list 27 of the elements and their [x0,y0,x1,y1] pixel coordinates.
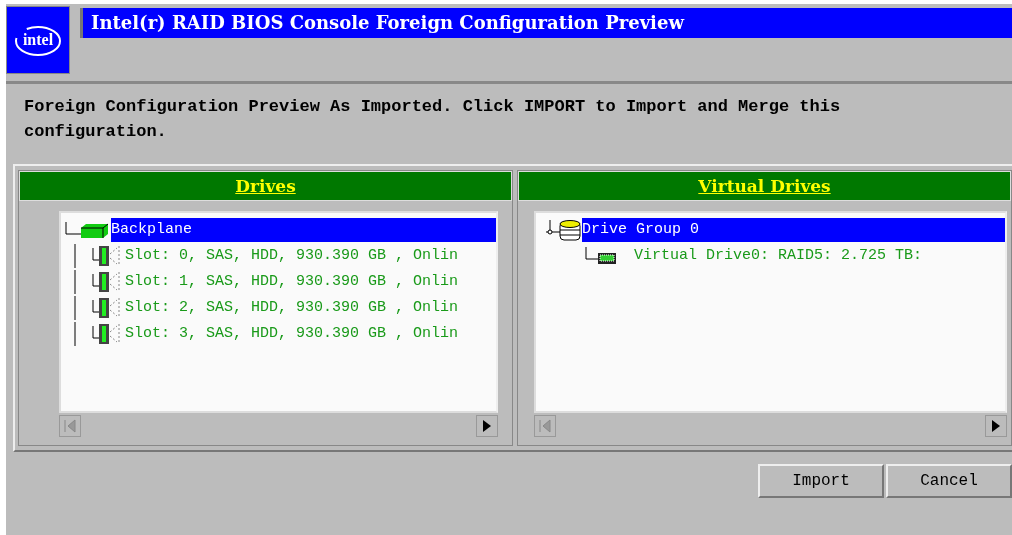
tree-item[interactable]: Slot: 3, SAS, HDD, 930.390 GB , Onlin [125,322,463,346]
tree-item[interactable]: Virtual Drive0: RAID5: 2.725 TB: [634,244,927,268]
dialog-button[interactable]: Import [758,464,884,498]
tree-view[interactable]: Backplane Slot: 0, SAS, HDD, 930.390 GB , Onlin Slot: 1, SAS, HDD, 930.390 GB , Onlin Slot: 2, SAS, HDD, 930.390 GB , Onlin Slot: 3, SAS, HDD, 930.390 GB , Onlin [59,211,498,413]
dialog-button[interactable]: Cancel [886,464,1012,498]
tree-item[interactable]: Slot: 0, SAS, HDD, 930.390 GB , Onlin [125,244,463,268]
tree-view[interactable]: Drive Group 0 Virtual Drive0: RAID5: 2.725 TB: [534,211,1007,413]
tree-item[interactable]: Slot: 2, SAS, HDD, 930.390 GB , Onlin [125,296,463,320]
message-text: Foreign Configuration Preview As Imported. Click IMPORT to Import and Merge this configuration. [24,96,842,143]
tree-item[interactable]: Backplane [111,218,496,242]
panel-header: Virtual Drives [518,171,1011,201]
disk-icon [73,244,121,268]
horizontal-scrollbar[interactable] [534,413,1007,439]
scroll-right-icon[interactable] [476,415,498,437]
logo-text: intel [22,31,54,49]
horizontal-scrollbar[interactable] [59,413,498,439]
virtual-drive-icon [584,247,618,265]
tree-item[interactable]: Drive Group 0 [582,218,1005,242]
scroll-left-icon[interactable] [534,415,556,437]
disk-icon [73,296,121,320]
disk-icon [73,322,121,346]
disk-icon [73,270,121,294]
window-title: Intel(r) RAID BIOS Console Foreign Configuration Preview [80,8,1012,38]
tree-item[interactable]: Slot: 1, SAS, HDD, 930.390 GB , Onlin [125,270,463,294]
panel-header: Drives [19,171,512,201]
scroll-right-icon[interactable] [985,415,1007,437]
scroll-left-icon[interactable] [59,415,81,437]
